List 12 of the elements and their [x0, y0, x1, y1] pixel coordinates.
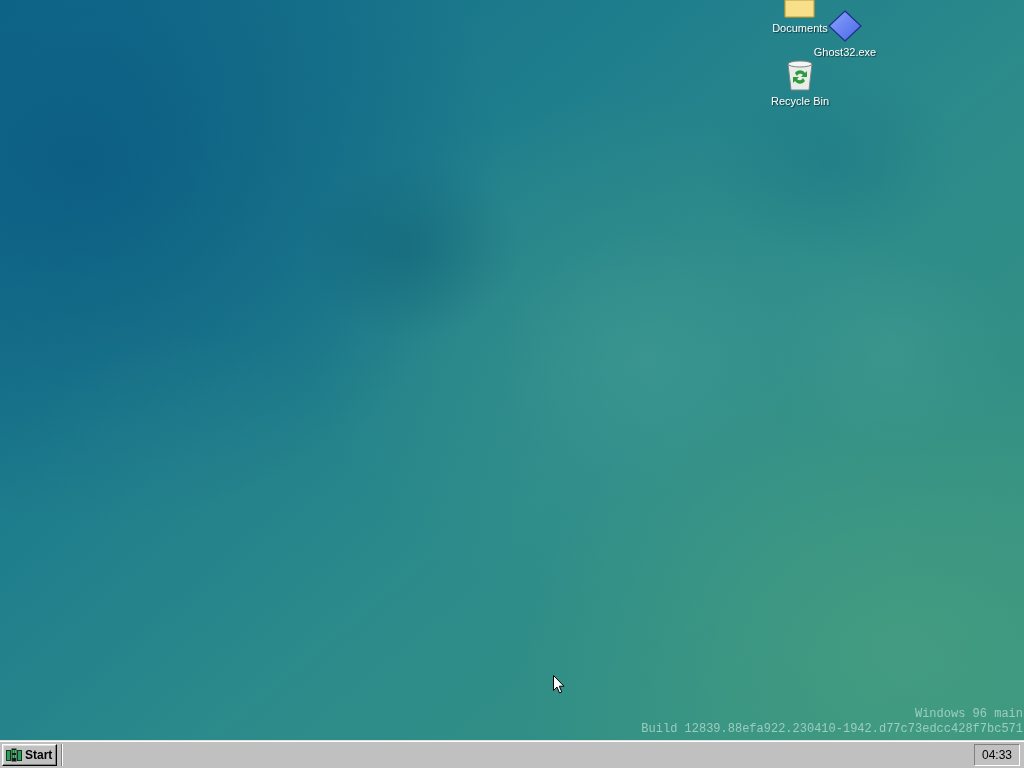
mouse-pointer-icon	[553, 675, 565, 694]
desktop-icon-label[interactable]: Documents	[772, 22, 828, 35]
folder-icon[interactable]	[783, 0, 817, 18]
diamond-icon[interactable]	[828, 10, 862, 42]
start-logo-icon	[6, 747, 22, 762]
taskbar-clock[interactable]: 04:33	[974, 743, 1020, 766]
start-button[interactable]: Start	[2, 743, 57, 766]
desktop-icon-label[interactable]: Recycle Bin	[770, 95, 830, 108]
desktop-icon-label[interactable]: Ghost32.exe	[813, 46, 877, 59]
build-watermark: Windows 96 main	[914, 707, 1023, 722]
recycle-bin-icon[interactable]	[785, 59, 815, 91]
build-watermark: Build 12839.88efa922.230410-1942.d77c73edcc428f7bc571	[641, 722, 1023, 737]
